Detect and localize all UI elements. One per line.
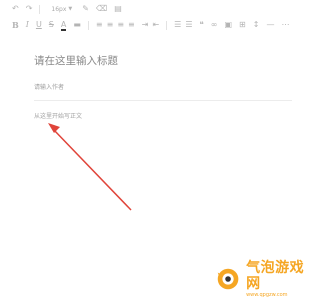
toolbar-divider [166,20,168,30]
toolbar-row-1: ↶ ↷ 16px ▼ ✎ ⌫ ▤ [12,2,129,16]
watermark-title: 气泡游戏网 [246,259,305,292]
font-color-icon[interactable]: A [60,20,67,31]
toolbar-divider [39,4,41,14]
line-height-icon[interactable]: ↕ [253,20,260,30]
image-icon[interactable]: ▣ [224,20,232,30]
body-input[interactable]: 从这里开始写正文 [34,112,292,232]
align-left-icon[interactable]: ≡ [96,20,103,30]
outdent-icon[interactable]: ⇤ [152,20,159,30]
toolbar-row-2: B I U S A ▬ ≡ ≡ ≡ ≡ ⇥ ⇤ ☰ ☰ ❝ ∞ ▣ ⊞ ↕ — … [12,18,296,32]
chevron-down-icon[interactable]: ▼ [68,6,72,12]
toolbar-divider [87,20,89,30]
unordered-list-icon[interactable]: ☰ [185,20,192,30]
more-icon[interactable]: ⋯ [281,20,289,30]
clear-format-icon[interactable]: ⌫ [96,4,107,14]
link-icon[interactable]: ∞ [211,20,218,30]
undo-icon[interactable]: ↶ [12,4,19,14]
align-center-icon[interactable]: ≡ [107,20,114,30]
quote-icon[interactable]: ❝ [199,20,203,30]
title-input[interactable]: 请在这里输入标题 [34,52,294,70]
indent-icon[interactable]: ⇥ [142,20,149,30]
ordered-list-icon[interactable]: ☰ [174,20,181,30]
table-icon[interactable]: ⊞ [239,20,246,30]
font-size-select[interactable]: 16px [51,6,66,13]
align-justify-icon[interactable]: ≡ [128,20,135,30]
author-input[interactable]: 请输入作者 [34,81,292,95]
paste-icon[interactable]: ▤ [114,4,122,14]
strikethrough-icon[interactable]: S [49,20,54,30]
editor-toolbar: ↶ ↷ 16px ▼ ✎ ⌫ ▤ B I U S A ▬ ≡ ≡ ≡ ≡ ⇥ ⇤… [0,0,320,34]
bold-icon[interactable]: B [12,20,19,30]
watermark-logo-icon [217,268,239,290]
underline-icon[interactable]: U [36,20,42,30]
format-painter-icon[interactable]: ✎ [82,4,89,14]
italic-icon[interactable]: I [26,20,29,30]
highlight-icon[interactable]: ▬ [73,20,81,30]
align-right-icon[interactable]: ≡ [117,20,124,30]
editor-area: 请在这里输入标题 请输入作者 从这里开始写正文 [0,34,320,298]
divider-icon[interactable]: — [266,20,274,30]
watermark-url: www.qpgzw.com [246,291,288,298]
redo-icon[interactable]: ↷ [26,4,33,14]
watermark-text: 气泡游戏网 www.qpgzw.com [246,260,314,299]
header-divider [34,100,292,101]
watermark: 气泡游戏网 www.qpgzw.com [214,260,314,298]
